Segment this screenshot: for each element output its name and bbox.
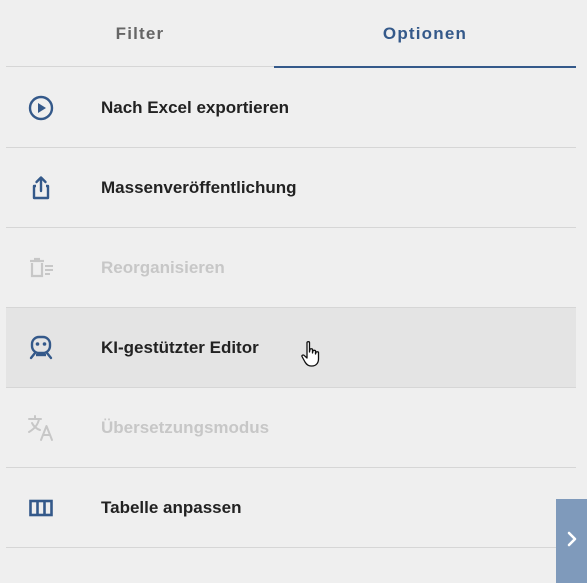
chevron-right-icon bbox=[565, 530, 579, 553]
table-columns-icon bbox=[26, 493, 56, 523]
reorganize-icon bbox=[26, 253, 56, 283]
menu-item-reorganize: Reorganisieren bbox=[6, 228, 576, 308]
tab-bar: Filter Optionen bbox=[6, 0, 576, 68]
tab-options[interactable]: Optionen bbox=[274, 0, 576, 68]
share-upload-icon bbox=[26, 173, 56, 203]
menu-item-customize-table[interactable]: Tabelle anpassen bbox=[6, 468, 576, 548]
menu-item-label: Übersetzungsmodus bbox=[101, 417, 270, 437]
menu-item-translation-mode: Übersetzungsmodus bbox=[6, 388, 576, 468]
menu-item-bulk-publish[interactable]: Massenveröffentlichung bbox=[6, 148, 576, 228]
menu-item-label: Nach Excel exportieren bbox=[101, 97, 290, 117]
options-menu: Nach Excel exportieren Massenveröffentli… bbox=[6, 68, 576, 548]
menu-item-label: Reorganisieren bbox=[101, 257, 225, 277]
translate-icon bbox=[26, 413, 56, 443]
expand-panel-button[interactable] bbox=[556, 499, 587, 583]
menu-item-export-excel[interactable]: Nach Excel exportieren bbox=[6, 68, 576, 148]
menu-item-label: Massenveröffentlichung bbox=[101, 177, 297, 197]
menu-item-label: Tabelle anpassen bbox=[101, 497, 242, 517]
menu-item-label: KI-gestützter Editor bbox=[101, 337, 259, 357]
hand-cursor-icon bbox=[300, 340, 322, 368]
options-panel: Filter Optionen Nach Excel exportieren M… bbox=[0, 0, 587, 583]
menu-item-ai-editor[interactable]: KI-gestützter Editor bbox=[6, 308, 576, 388]
play-circle-icon bbox=[26, 93, 56, 123]
robot-icon bbox=[26, 333, 56, 363]
tab-filter[interactable]: Filter bbox=[6, 0, 274, 67]
